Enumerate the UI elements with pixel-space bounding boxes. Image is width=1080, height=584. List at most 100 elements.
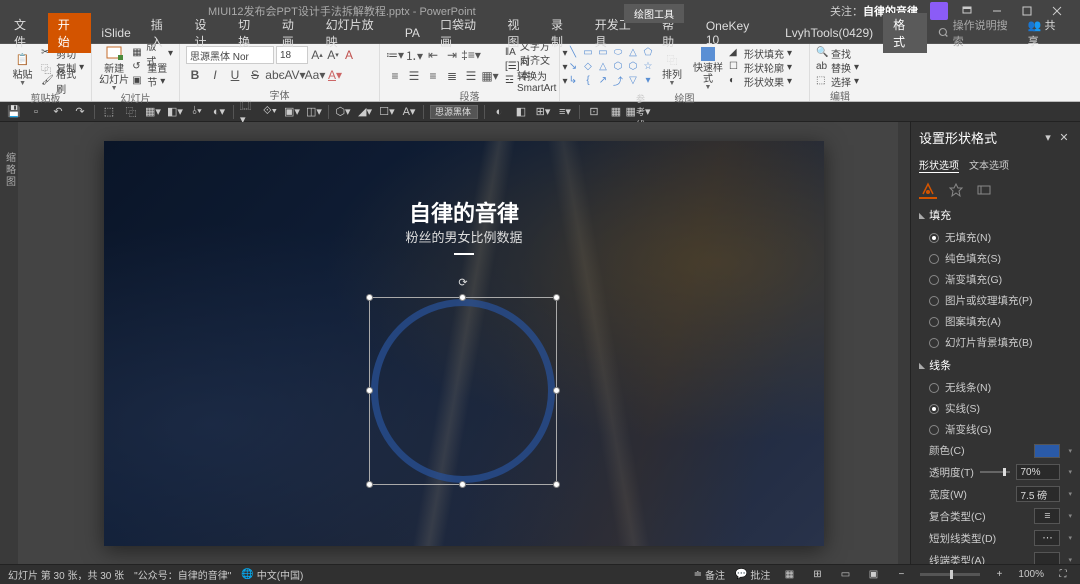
new-slide-button[interactable]: 新建 幻灯片▼ [98,46,130,90]
language-status[interactable]: 🌐 中文(中国) [241,567,303,582]
comments-button[interactable]: 💬 批注 [735,567,770,582]
shape-outline-button[interactable]: ☐形状轮廓 ▾ [729,60,792,74]
slide-canvas[interactable]: 自律的音律 粉丝的男女比例数据 ⟳ [18,122,910,564]
normal-view-button[interactable]: ▦ [780,567,798,583]
qat-btn-18[interactable]: ≡▾ [557,104,573,120]
fill-none-radio[interactable]: 无填充(N) [911,227,1080,248]
tab-design[interactable]: 设计 [184,13,228,53]
cap-type-row[interactable]: 线端类型(A)▾ [911,549,1080,564]
zoom-out-button[interactable]: − [892,567,910,583]
resize-handle-ml[interactable] [366,387,373,394]
qat-btn-13[interactable]: ☐▾ [379,104,395,120]
tab-slideshow[interactable]: 幻灯片放映 [316,13,395,53]
qat-undo-button[interactable]: ↶ [50,104,66,120]
line-section-header[interactable]: 线条 [911,353,1080,377]
zoom-level[interactable]: 100% [1018,569,1044,580]
qat-btn-20[interactable]: ▦ [608,104,624,120]
resize-handle-tc[interactable] [459,294,466,301]
qat-btn-16[interactable]: ◧ [513,104,529,120]
tab-home[interactable]: 开始 [48,13,92,53]
numbering-button[interactable]: ⒈▾ [405,46,423,64]
line-width-row[interactable]: 宽度(W)7.5 磅▾ [911,483,1080,505]
align-center-button[interactable]: ☰ [405,67,423,85]
qat-btn-15[interactable]: ◐ [491,104,507,120]
case-button[interactable]: Aa▾ [306,66,324,84]
align-right-button[interactable]: ≡ [424,67,442,85]
qat-btn-6[interactable]: ◐▾ [211,104,227,120]
distribute-button[interactable]: ☰ [462,67,480,85]
underline-button[interactable]: U [226,66,244,84]
qat-btn-9[interactable]: ▣▾ [284,104,300,120]
panel-options-button[interactable]: ▾ [1040,130,1056,146]
selection-bounding-box[interactable]: ⟳ [369,297,557,485]
find-button[interactable]: 🔍查找 [816,46,859,60]
resize-handle-mr[interactable] [553,387,560,394]
qat-btn-12[interactable]: ◢▾ [357,104,373,120]
cap-combo[interactable] [1034,552,1060,564]
qat-redo-button[interactable]: ↷ [72,104,88,120]
qat-btn-7[interactable]: ⿴▾ [240,104,256,120]
panel-effects-icon[interactable] [947,181,965,199]
zoom-in-button[interactable]: + [990,567,1008,583]
tab-record[interactable]: 录制 [541,13,585,53]
tab-lvyhtools[interactable]: LvyhTools(0429) [775,23,883,43]
qat-font-select[interactable]: 思源黑体 [430,105,478,119]
italic-button[interactable]: I [206,66,224,84]
sorter-view-button[interactable]: ⊞ [808,567,826,583]
resize-handle-bc[interactable] [459,481,466,488]
tab-animations[interactable]: 动画 [272,13,316,53]
format-painter-button[interactable]: 🖌格式刷 [41,74,85,88]
fill-section-header[interactable]: 填充 [911,203,1080,227]
tab-format[interactable]: 格式 [883,13,927,53]
bold-button[interactable]: B [186,66,204,84]
resize-handle-tl[interactable] [366,294,373,301]
spacing-button[interactable]: AV▾ [286,66,304,84]
qat-new-button[interactable]: ▫ [28,104,44,120]
select-button[interactable]: ⬚选择 ▾ [816,74,859,88]
resize-handle-tr[interactable] [553,294,560,301]
rotate-handle[interactable]: ⟳ [456,276,470,290]
line-color-row[interactable]: 颜色(C)▾ [911,440,1080,461]
fill-slide-bg-radio[interactable]: 幻灯片背景填充(B) [911,332,1080,353]
section-button[interactable]: ▣节 ▾ [132,74,173,88]
line-solid-radio[interactable]: 实线(S) [911,398,1080,419]
tab-islide[interactable]: iSlide [91,23,140,43]
width-input[interactable]: 7.5 磅 [1016,486,1060,502]
qat-btn-10[interactable]: ◫▾ [306,104,322,120]
qat-btn-2[interactable]: ⿻ [123,104,139,120]
quick-styles-button[interactable]: 快速样式▼ [689,46,727,90]
fit-window-button[interactable]: ⛶ [1054,567,1072,583]
tab-pocket-anim[interactable]: 口袋动画 [430,13,497,53]
columns-button[interactable]: ▦▾ [481,67,499,85]
fill-picture-radio[interactable]: 图片或纹理填充(P) [911,290,1080,311]
shadow-button[interactable]: abє [266,66,284,84]
arrange-button[interactable]: ⿻排列▼ [657,46,687,90]
qat-btn-5[interactable]: ⫰▾ [189,104,205,120]
qat-save-button[interactable]: 💾 [6,104,22,120]
tab-pa[interactable]: PA [395,23,430,43]
reset-button[interactable]: ↺重置 [132,60,173,74]
reading-view-button[interactable]: ▭ [836,567,854,583]
replace-button[interactable]: ab替换 ▾ [816,60,859,74]
slide[interactable]: 自律的音律 粉丝的男女比例数据 ⟳ [104,141,824,546]
resize-handle-br[interactable] [553,481,560,488]
qat-btn-11[interactable]: ⬡▾ [335,104,351,120]
tab-transitions[interactable]: 切换 [228,13,272,53]
notes-button[interactable]: ≐ 备注 [694,567,725,582]
panel-tab-text[interactable]: 文本选项 [969,157,1009,173]
line-none-radio[interactable]: 无线条(N) [911,377,1080,398]
transparency-slider[interactable] [980,471,1010,473]
share-button[interactable]: 👥 共享 [1018,14,1076,52]
vertical-scrollbar[interactable] [898,122,910,564]
tab-view[interactable]: 视图 [497,13,541,53]
qat-btn-8[interactable]: ⟐▾ [262,104,278,120]
compound-combo[interactable]: ≡ [1034,508,1060,524]
compound-type-row[interactable]: 复合类型(C)≡▾ [911,505,1080,527]
panel-size-icon[interactable] [975,181,993,199]
resize-handle-bl[interactable] [366,481,373,488]
strike-button[interactable]: S [246,66,264,84]
line-color-swatch[interactable] [1034,444,1060,458]
fill-pattern-radio[interactable]: 图案填充(A) [911,311,1080,332]
qat-guides-button[interactable]: ▦ 参考线▾ [630,104,646,120]
qat-btn-1[interactable]: ⬚ [101,104,117,120]
